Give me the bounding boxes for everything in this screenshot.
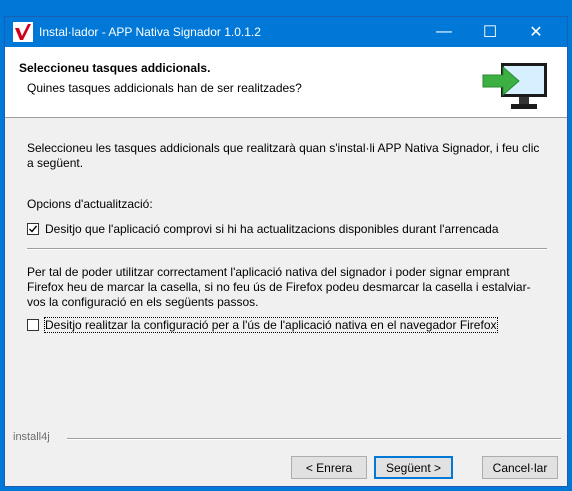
back-button[interactable]: < Enrera xyxy=(291,456,367,479)
app-logo-icon xyxy=(13,22,33,42)
options-label: Opcions d'actualització: xyxy=(27,197,153,211)
maximize-button[interactable]: ☐ xyxy=(467,17,513,47)
firefox-config-option[interactable]: Desitjo realitzar la configuració per a … xyxy=(27,317,498,333)
checkmark-icon xyxy=(29,225,38,233)
close-button[interactable]: ✕ xyxy=(513,17,559,47)
installer-window: Instal·lador - APP Nativa Signador 1.0.1… xyxy=(4,16,568,487)
check-updates-label[interactable]: Desitjo que l'aplicació comprovi si hi h… xyxy=(45,222,499,236)
window-title: Instal·lador - APP Nativa Signador 1.0.1… xyxy=(39,25,261,39)
footer-separator xyxy=(67,438,561,440)
page-subtitle: Quines tasques addicionals han de ser re… xyxy=(27,81,302,95)
title-bar[interactable]: Instal·lador - APP Nativa Signador 1.0.1… xyxy=(5,17,567,47)
minimize-button[interactable]: — xyxy=(421,17,467,47)
separator xyxy=(27,248,547,250)
wizard-header: Seleccioneu tasques addicionals. Quines … xyxy=(5,47,567,118)
page-title: Seleccioneu tasques addicionals. xyxy=(19,61,211,75)
install4j-brand: install4j xyxy=(13,431,50,443)
intro-text: Seleccioneu les tasques addicionals que … xyxy=(27,141,540,170)
next-button[interactable]: Següent > xyxy=(374,456,453,479)
check-updates-checkbox[interactable] xyxy=(27,223,39,235)
monitor-arrow-icon xyxy=(481,57,551,113)
firefox-config-checkbox[interactable] xyxy=(27,319,39,331)
cancel-button[interactable]: Cancel·lar xyxy=(482,456,558,479)
firefox-config-label[interactable]: Desitjo realitzar la configuració per a … xyxy=(44,317,498,333)
check-updates-option[interactable]: Desitjo que l'aplicació comprovi si hi h… xyxy=(27,221,499,237)
firefox-note: Per tal de poder utilitzar correctament … xyxy=(27,265,531,309)
